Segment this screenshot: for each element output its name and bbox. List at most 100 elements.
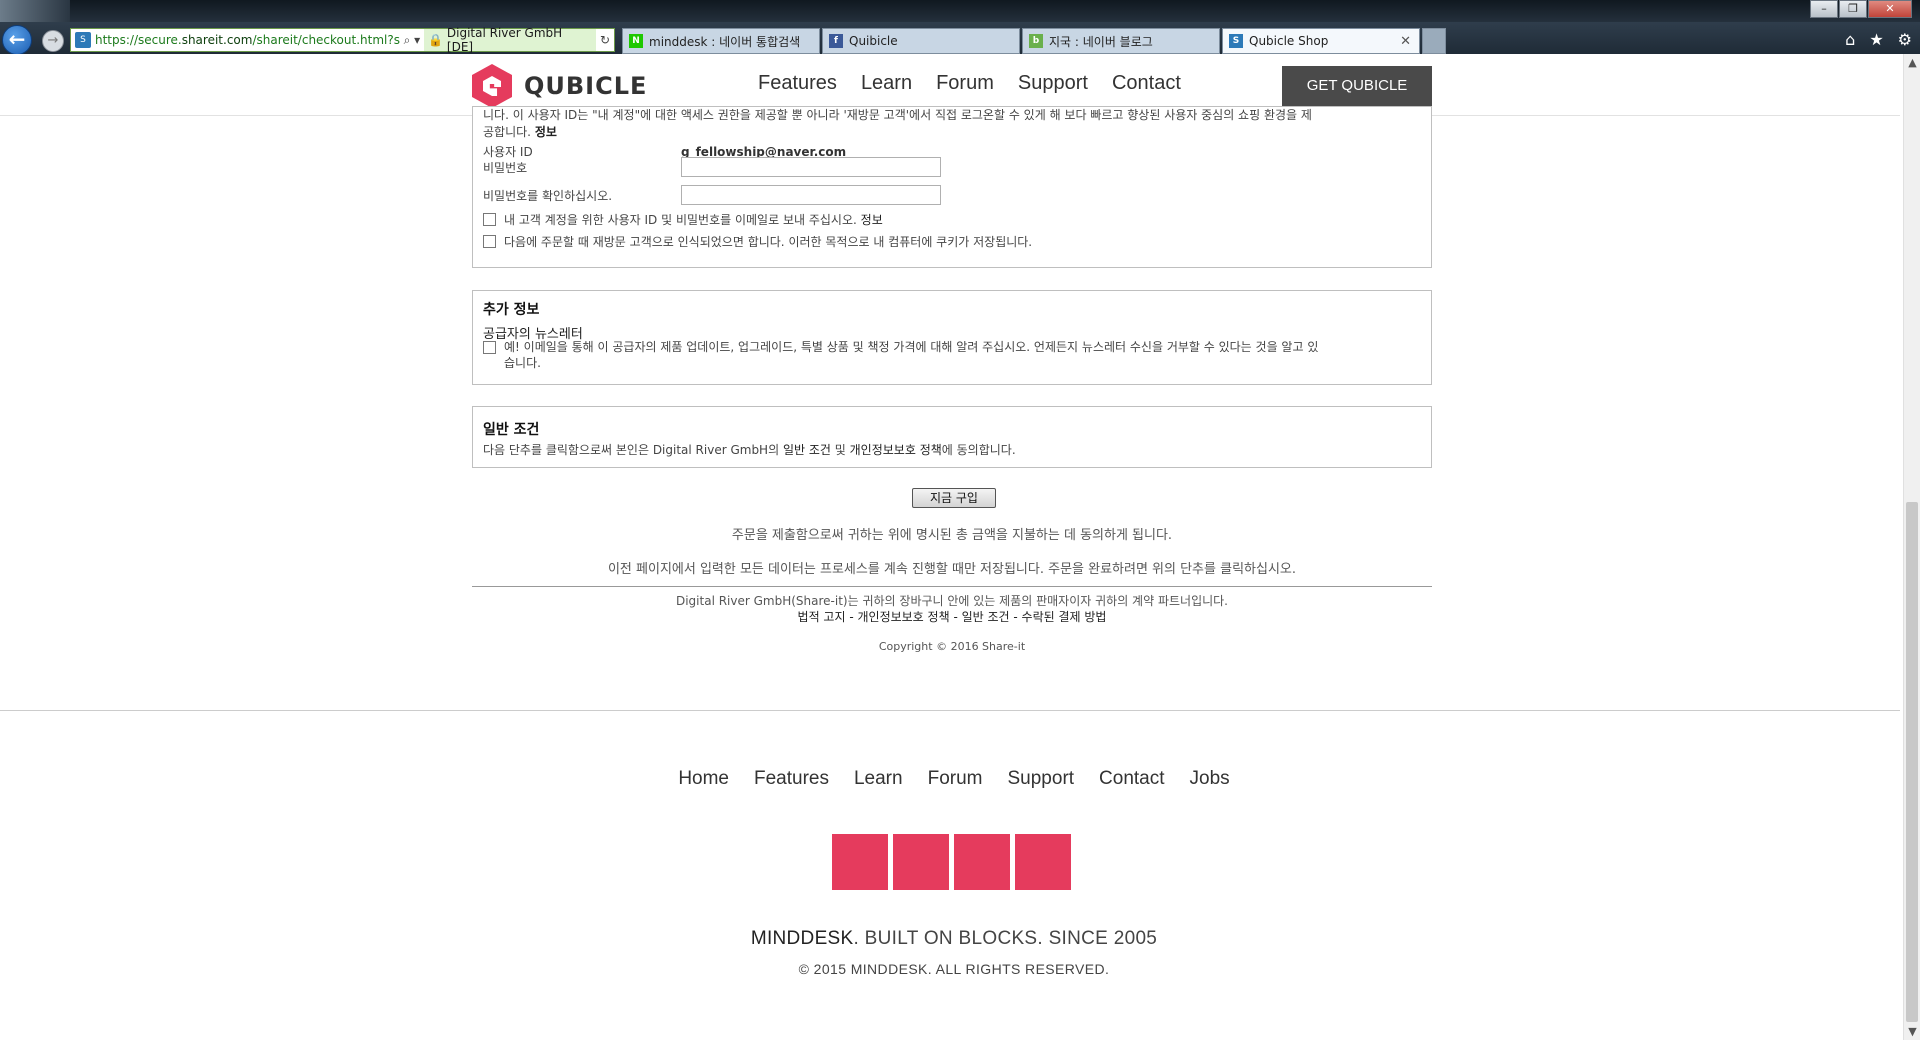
- settings-gear-icon[interactable]: ⚙: [1898, 30, 1912, 49]
- footer-nav-home[interactable]: Home: [678, 768, 729, 790]
- certificate-badge[interactable]: 🔒 Digital River GmbH [DE]: [424, 26, 596, 54]
- logo-text: QUBICLE: [524, 72, 648, 100]
- email-credentials-checkbox[interactable]: [483, 213, 496, 226]
- social-block-1[interactable]: [832, 834, 888, 890]
- scroll-up-arrow-icon[interactable]: ▲: [1904, 54, 1920, 71]
- terms-text: 다음 단추를 클릭함으로써 본인은 Digital River GmbH의 일반…: [483, 441, 1016, 458]
- tab-qubicle-shop[interactable]: S Qubicle Shop ✕: [1222, 28, 1420, 54]
- buy-now-button[interactable]: 지금 구입: [912, 488, 996, 508]
- window-titlebar: – ❐ ✕: [0, 0, 1920, 22]
- browser-navbar: ← → S https://secure.shareit.com/shareit…: [0, 24, 1920, 55]
- email-credentials-label: 내 고객 계정을 위한 사용자 ID 및 비밀번호를 이메일로 보내 주십시오.: [504, 213, 857, 227]
- footer-nav: Home Features Learn Forum Support Contac…: [0, 768, 1908, 790]
- email-info-link[interactable]: 정보: [861, 213, 883, 227]
- nav-support[interactable]: Support: [1018, 72, 1088, 95]
- tab-naver-blog[interactable]: b 지국 : 네이버 블로그: [1022, 28, 1220, 54]
- privacy-policy-link[interactable]: 개인정보보호 정책: [850, 443, 942, 457]
- nav-learn[interactable]: Learn: [861, 72, 912, 95]
- nav-forum[interactable]: Forum: [936, 72, 994, 95]
- site-favicon-icon: S: [75, 32, 91, 48]
- general-terms-link[interactable]: 일반 조건: [962, 610, 1010, 624]
- forward-button[interactable]: →: [42, 30, 64, 52]
- tab-quibicle-facebook[interactable]: f Quibicle: [822, 28, 1020, 54]
- content-divider: [472, 586, 1432, 587]
- back-button[interactable]: ←: [2, 25, 32, 55]
- qubicle-logo-icon: [472, 64, 512, 108]
- terms-text-post: 에 동의합니다.: [941, 443, 1016, 457]
- scroll-down-arrow-icon[interactable]: ▼: [1904, 1023, 1920, 1040]
- url-text[interactable]: https://secure.shareit.com/shareit/check…: [95, 33, 400, 47]
- password-field[interactable]: [681, 157, 941, 177]
- scroll-thumb[interactable]: [1906, 502, 1918, 1022]
- close-window-button[interactable]: ✕: [1868, 0, 1912, 18]
- terms-text-pre: 다음 단추를 클릭함으로써 본인은 Digital River GmbH의: [483, 443, 780, 457]
- data-save-notice: 이전 페이지에서 입력한 모든 데이터는 프로세스를 계속 진행할 때만 저장됩…: [607, 562, 1297, 577]
- address-bar[interactable]: S https://secure.shareit.com/shareit/che…: [70, 26, 615, 54]
- footer-nav-learn[interactable]: Learn: [854, 768, 903, 790]
- terms-text-and: 및: [834, 443, 846, 457]
- browser-chrome: – ❐ ✕ ← → S https://secure.shareit.com/s…: [0, 0, 1920, 55]
- footer-nav-contact[interactable]: Contact: [1099, 768, 1164, 790]
- account-box: 니다. 이 사용자 ID는 "내 계정"에 대한 액세스 권한을 제공할 뿐 아…: [472, 106, 1432, 268]
- additional-info-box: 추가 정보 공급자의 뉴스레터 예! 이메일을 통해 이 공급자의 제품 업데이…: [472, 290, 1432, 385]
- payment-methods-link[interactable]: 수락된 결제 방법: [1022, 610, 1107, 624]
- privacy-link[interactable]: 개인정보보호 정책: [857, 610, 949, 624]
- password-label: 비밀번호: [483, 160, 528, 175]
- search-icon[interactable]: ⌕ ▾: [404, 33, 421, 48]
- footer-nav-support[interactable]: Support: [1008, 768, 1075, 790]
- browser-tools: ⌂ ★ ⚙: [1845, 30, 1912, 49]
- minimize-button[interactable]: –: [1810, 0, 1838, 18]
- terms-box: 일반 조건 다음 단추를 클릭함으로써 본인은 Digital River Gm…: [472, 406, 1432, 468]
- page-divider: [0, 710, 1900, 711]
- password-confirm-row: 비밀번호를 확인하십시오.: [483, 185, 941, 205]
- intro-text-line2: 공합니다.: [483, 125, 531, 139]
- tab-label: minddesk : 네이버 통합검색: [649, 34, 801, 49]
- get-qubicle-button[interactable]: GET QUBICLE: [1282, 66, 1432, 106]
- newsletter-text-line2: 습니다.: [504, 356, 541, 370]
- qubicle-logo[interactable]: QUBICLE: [472, 64, 647, 108]
- tab-naver-search[interactable]: N minddesk : 네이버 통합검색: [622, 28, 820, 54]
- close-tab-icon[interactable]: ✕: [1400, 34, 1411, 49]
- terms-link[interactable]: 일반 조건: [783, 443, 831, 457]
- social-blocks: [832, 834, 1071, 890]
- new-tab-button[interactable]: [1422, 28, 1446, 54]
- maximize-button[interactable]: ❐: [1839, 0, 1867, 18]
- social-block-2[interactable]: [893, 834, 949, 890]
- remember-me-checkbox[interactable]: [483, 235, 496, 248]
- footer-nav-features[interactable]: Features: [754, 768, 829, 790]
- payment-notice: 주문을 제출함으로써 귀하는 위에 명시된 총 금액을 지불하는 데 동의하게 …: [731, 528, 1173, 543]
- titlebar-strip: [0, 0, 70, 22]
- nav-features[interactable]: Features: [758, 72, 837, 95]
- social-block-3[interactable]: [954, 834, 1010, 890]
- legal-links: 법적 고지 - 개인정보보호 정책 - 일반 조건 - 수락된 결제 방법: [472, 608, 1432, 625]
- shareit-copyright: Copyright © 2016 Share-it: [878, 640, 1026, 653]
- partner-text: Digital River GmbH(Share-it)는 귀하의 장바구니 안…: [675, 594, 1228, 608]
- footer-nav-jobs[interactable]: Jobs: [1190, 768, 1230, 790]
- email-credentials-option: 내 고객 계정을 위한 사용자 ID 및 비밀번호를 이메일로 보내 주십시오.…: [483, 211, 883, 228]
- intro-text-line1: 니다. 이 사용자 ID는 "내 계정"에 대한 액세스 권한을 제공할 뿐 아…: [483, 108, 1312, 122]
- account-intro: 니다. 이 사용자 ID는 "내 계정"에 대한 액세스 권한을 제공할 뿐 아…: [483, 107, 1423, 141]
- newsletter-checkbox[interactable]: [483, 341, 496, 354]
- naver-icon: N: [629, 34, 643, 48]
- page-scrollbar[interactable]: ▲ ▼: [1903, 54, 1920, 1040]
- home-icon[interactable]: ⌂: [1845, 30, 1855, 49]
- password-confirm-field[interactable]: [681, 185, 941, 205]
- legal-link-separator: -: [949, 610, 962, 624]
- password-confirm-label: 비밀번호를 확인하십시오.: [483, 188, 613, 203]
- social-block-4[interactable]: [1015, 834, 1071, 890]
- terms-title: 일반 조건: [483, 422, 540, 438]
- footer-tagline: MINDDESK. BUILT ON BLOCKS. SINCE 2005: [0, 928, 1908, 950]
- legal-link-separator: -: [1009, 610, 1022, 624]
- brand-name: MINDDESK: [750, 928, 854, 949]
- refresh-icon[interactable]: ↻: [600, 33, 610, 47]
- shop-icon: S: [1229, 34, 1243, 48]
- legal-notice-link[interactable]: 법적 고지: [798, 610, 846, 624]
- intro-info-link[interactable]: 정보: [535, 125, 557, 139]
- footer-nav-forum[interactable]: Forum: [928, 768, 983, 790]
- tab-label: 지국 : 네이버 블로그: [1049, 34, 1153, 49]
- nav-contact[interactable]: Contact: [1112, 72, 1181, 95]
- favorites-star-icon[interactable]: ★: [1869, 30, 1883, 49]
- main-nav: Features Learn Forum Support Contact: [758, 72, 1181, 95]
- window-controls: – ❐ ✕: [1809, 0, 1912, 18]
- remember-me-option: 다음에 주문할 때 재방문 고객으로 인식되었으면 합니다. 이러한 목적으로 …: [483, 233, 1032, 250]
